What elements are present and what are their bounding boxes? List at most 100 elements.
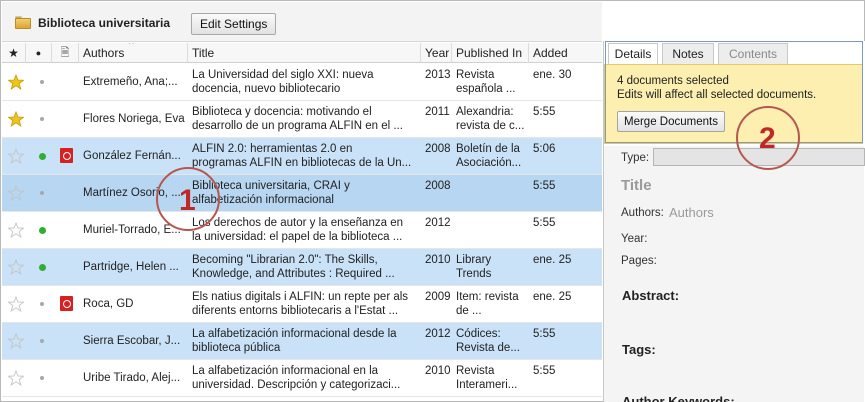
added-cell: 5:55 xyxy=(533,328,556,340)
published-in-line-1: Library xyxy=(456,254,492,266)
published-in-column-header[interactable]: Published In xyxy=(452,43,529,63)
title-line-1: Biblioteca y docencia: motivando el xyxy=(192,106,372,118)
published-in-line-2: revista de c... xyxy=(456,120,525,132)
year-column-header[interactable]: Year xyxy=(421,43,452,63)
tab-notes[interactable]: Notes xyxy=(662,43,714,64)
star-outline-icon[interactable] xyxy=(7,332,25,350)
star-filled-icon[interactable] xyxy=(7,73,25,90)
title-cell: La Universidad del siglo XXI: nueva docen… xyxy=(192,68,418,96)
published-in-line-2: Revista de... xyxy=(456,342,520,354)
title-cell: Los derechos de autor y la enseñanza en l… xyxy=(192,216,418,244)
published-in-cell: Revista Interameri... xyxy=(456,364,528,392)
title-line-1: Biblioteca universitaria, CRAI y xyxy=(192,180,350,192)
title-line-2: diferents entorns bibliotecaris a l'Esta… xyxy=(192,305,399,317)
year-cell: 2010 xyxy=(425,254,451,266)
type-select[interactable] xyxy=(653,148,865,166)
published-in-cell: Revista española ... xyxy=(456,68,528,96)
year-cell: 2008 xyxy=(425,180,451,192)
published-in-line-1: Alexandria: xyxy=(456,106,514,118)
folder-icon xyxy=(15,16,31,29)
title-cell: Becoming "Librarian 2.0": The Skills, Kno… xyxy=(192,253,418,281)
added-cell: 5:55 xyxy=(533,180,556,192)
sort-ascending-icon: ^ xyxy=(129,43,134,50)
star-outline-icon[interactable] xyxy=(7,184,25,202)
status-column-header[interactable]: ● xyxy=(26,43,52,63)
tab-details[interactable]: Details xyxy=(608,43,658,65)
published-in-line-2: española ... xyxy=(456,83,516,95)
star-outline-icon[interactable] xyxy=(7,258,25,276)
multi-selection-notice: 4 documents selected Edits will affect a… xyxy=(604,64,863,144)
read-status-green-icon xyxy=(39,153,46,160)
authors-cell: Roca, GD xyxy=(83,298,134,310)
app-window: Biblioteca universitaria Edit Settings ★… xyxy=(0,0,865,402)
read-status-grey-icon xyxy=(40,191,44,195)
published-in-line-2: Asociación... xyxy=(456,157,522,169)
star-outline-icon[interactable] xyxy=(7,295,25,313)
year-cell: 2009 xyxy=(425,291,451,303)
added-cell: 5:06 xyxy=(533,143,556,155)
table-row[interactable]: Partridge, Helen ... Becoming "Librarian … xyxy=(2,249,602,286)
tags-label: Tags: xyxy=(622,342,656,357)
table-row[interactable]: Flores Noriega, Eva Biblioteca y docencia… xyxy=(2,101,602,138)
title-line-1: Becoming "Librarian 2.0": The Skills, xyxy=(192,254,378,266)
edit-settings-button[interactable]: Edit Settings xyxy=(191,13,277,35)
star-filled-icon[interactable] xyxy=(7,110,25,127)
authors-cell: Flores Noriega, Eva xyxy=(83,113,185,125)
details-pane: Details Notes Contents 4 documents selec… xyxy=(603,41,865,402)
table-row[interactable]: Martínez Osorio, ... Biblioteca universit… xyxy=(2,175,602,212)
title-field[interactable]: Title xyxy=(621,177,652,194)
published-in-line-1: Códices: xyxy=(456,328,501,340)
read-status-grey-icon xyxy=(40,339,44,343)
published-in-line-2: de ... xyxy=(456,305,482,317)
tab-contents[interactable]: Contents xyxy=(718,43,788,64)
star-column-header[interactable]: ★ xyxy=(2,43,26,63)
edits-notice-text: Edits will affect all selected documents… xyxy=(617,89,817,101)
added-column-header[interactable]: Added xyxy=(529,43,602,63)
title-column-header[interactable]: Title xyxy=(188,43,421,63)
title-line-2: la universidad: el papel de la bibliotec… xyxy=(192,231,403,243)
pdf-icon[interactable] xyxy=(60,296,73,311)
published-in-line-2: Trends xyxy=(456,268,492,280)
table-row[interactable]: González Fernán... ALFIN 2.0: herramienta… xyxy=(2,138,602,175)
authors-label: Authors: xyxy=(621,207,664,219)
star-outline-icon[interactable] xyxy=(7,147,25,165)
pdf-icon[interactable] xyxy=(60,148,73,163)
type-label: Type: xyxy=(621,152,650,164)
star-outline-icon[interactable] xyxy=(7,221,25,239)
pages-label: Pages: xyxy=(621,255,657,267)
attachment-column-header[interactable]: 🗎 xyxy=(52,43,79,63)
title-line-2: desarrollo de un programa ALFIN en el ..… xyxy=(192,120,403,132)
title-line-2: alfabetización informacional xyxy=(192,194,334,206)
year-cell: 2008 xyxy=(425,143,451,155)
authors-cell: Partridge, Helen ... xyxy=(83,261,179,273)
title-line-1: La Universidad del siglo XXI: nueva xyxy=(192,69,374,81)
title-cell: Biblioteca y docencia: motivando el desar… xyxy=(192,105,418,133)
merge-documents-button[interactable]: Merge Documents xyxy=(617,111,725,132)
read-status-grey-icon xyxy=(40,302,44,306)
table-row[interactable]: Extremeño, Ana;... La Universidad del sig… xyxy=(2,64,602,101)
table-row[interactable]: Muriel-Torrado, E... Los derechos de auto… xyxy=(2,212,602,249)
year-cell: 2012 xyxy=(425,328,451,340)
published-in-line-1: Revista xyxy=(456,365,495,377)
table-row[interactable]: Roca, GD Els natius digitals i ALFIN: un … xyxy=(2,286,602,323)
abstract-label: Abstract: xyxy=(622,288,680,303)
read-status-grey-icon xyxy=(40,117,44,121)
star-outline-icon[interactable] xyxy=(7,369,25,387)
added-cell: 5:55 xyxy=(533,365,556,377)
published-in-line-2: Interameri... xyxy=(456,379,518,391)
published-in-cell: Códices: Revista de... xyxy=(456,327,528,355)
title-line-2: Knowledge, and Attributes : Required ... xyxy=(192,268,395,280)
read-status-grey-icon xyxy=(40,80,44,84)
table-header: ★ ● 🗎 Authors Title Year Published In Ad… xyxy=(2,43,602,63)
title-line-1: Los derechos de autor y la enseñanza en xyxy=(192,217,403,229)
year-cell: 2011 xyxy=(425,106,450,118)
published-in-cell: Boletín de la Asociación... xyxy=(456,142,528,170)
library-title: Biblioteca universitaria xyxy=(38,16,171,30)
table-row[interactable]: Uribe Tirado, Alej... La alfabetización i… xyxy=(2,360,602,397)
table-row[interactable]: Sierra Escobar, J... La alfabetización in… xyxy=(2,323,602,360)
authors-field[interactable]: Authors xyxy=(669,205,714,220)
authors-cell: Uribe Tirado, Alej... xyxy=(83,372,181,384)
year-cell: 2013 xyxy=(425,69,451,81)
library-toolbar: Biblioteca universitaria Edit Settings xyxy=(2,2,602,42)
added-cell: 5:55 xyxy=(533,106,556,118)
